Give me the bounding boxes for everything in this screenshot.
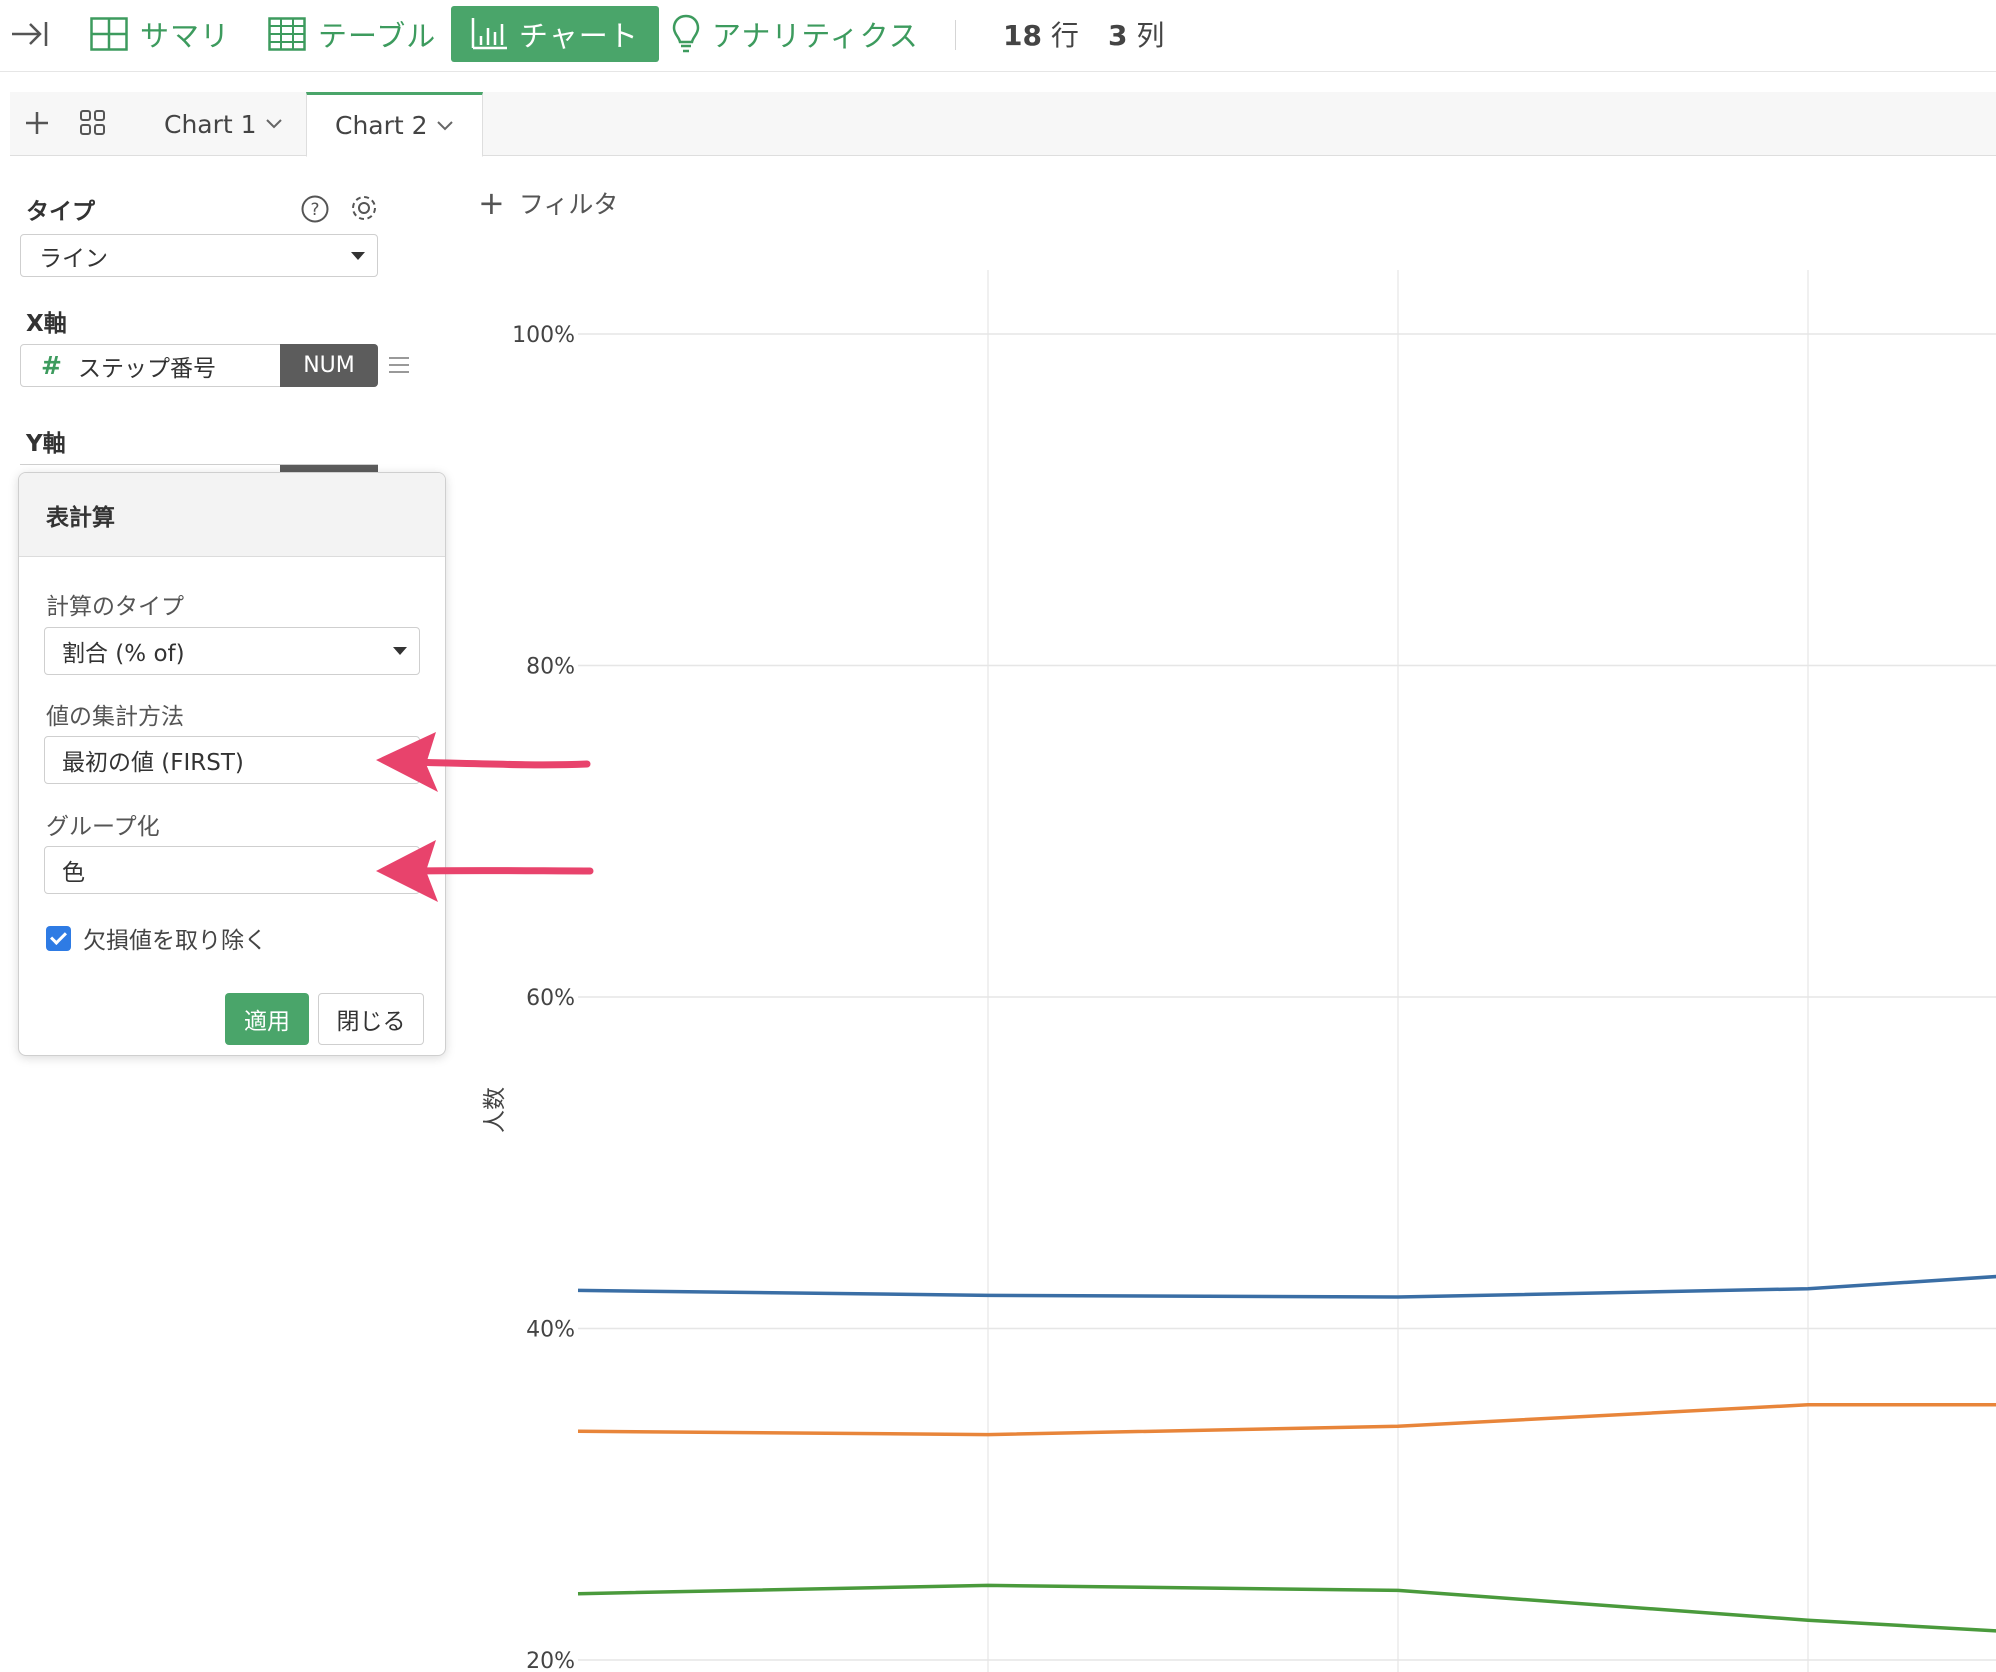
- y-axis-label: Y軸: [26, 431, 66, 457]
- numeric-hash-icon: #: [41, 351, 62, 380]
- series-line: [577, 1402, 1996, 1437]
- svg-text:?: ?: [310, 200, 319, 220]
- column-count-value: 3: [1108, 19, 1128, 52]
- bar-chart-icon: [471, 18, 507, 50]
- aggregation-value: 最初の値 (FIRST): [62, 750, 244, 776]
- summary-label: サマリ: [140, 19, 231, 53]
- y-axis-ticks: 20% 40% 60% 80% 100%: [512, 323, 575, 1672]
- help-icon[interactable]: ?: [300, 194, 330, 224]
- row-count: 18 行: [1003, 14, 1079, 54]
- analytics-tab-button[interactable]: アナリティクス: [672, 6, 919, 62]
- summary-tab-button[interactable]: サマリ: [90, 6, 230, 62]
- chevron-down-icon: [436, 120, 453, 130]
- y-tick-label: 40%: [526, 1318, 575, 1343]
- popover-title: 表計算: [19, 473, 445, 557]
- chart-tab-button[interactable]: チャート: [451, 6, 659, 62]
- table-grid-icon: [268, 17, 306, 51]
- apply-button[interactable]: 適用: [225, 993, 309, 1045]
- gear-icon[interactable]: [348, 192, 380, 224]
- x-field-type-badge[interactable]: NUM: [280, 344, 378, 387]
- series-line: [577, 1583, 1996, 1633]
- vertical-grid: [987, 270, 1809, 1672]
- column-count: 3 列: [1108, 14, 1164, 54]
- chart-label: チャート: [519, 19, 639, 53]
- type-label: タイプ: [26, 199, 95, 225]
- chart-tabs-bar: Chart 1 Chart 2: [10, 92, 1996, 157]
- column-count-unit: 列: [1136, 19, 1165, 52]
- annotation-arrow: [376, 732, 591, 792]
- tab-chart-1[interactable]: Chart 1: [136, 92, 311, 156]
- calc-type-value: 割合 (% of): [62, 641, 185, 667]
- caret-down-icon: [351, 251, 365, 260]
- aggregation-label: 値の集計方法: [46, 704, 184, 730]
- x-field-name: ステップ番号: [77, 355, 216, 382]
- row-count-value: 18: [1003, 19, 1042, 52]
- top-toolbar: サマリ テーブル チャート アナリティクス 18 行 3 列: [0, 0, 1996, 72]
- add-chart-icon[interactable]: [22, 106, 52, 140]
- series-line: [577, 1274, 1996, 1299]
- annotation-arrow: [376, 840, 594, 902]
- chart-grid-view-icon[interactable]: [78, 108, 108, 138]
- analytics-label: アナリティクス: [712, 19, 919, 53]
- x-axis-label: X軸: [26, 311, 67, 337]
- table-tab-button[interactable]: テーブル: [268, 6, 436, 62]
- remove-missing-label: 欠損値を取り除く: [83, 928, 267, 954]
- summary-grid-icon: [90, 17, 128, 51]
- aggregation-select[interactable]: 最初の値 (FIRST): [44, 736, 420, 784]
- y-axis-title: 人数: [482, 1087, 508, 1133]
- close-button[interactable]: 閉じる: [318, 993, 424, 1045]
- line-chart: 20% 40% 60% 80% 100% 人数: [482, 270, 1996, 1672]
- filter-label: フィルタ: [518, 190, 619, 219]
- group-value: 色: [62, 860, 85, 886]
- calc-type-select[interactable]: 割合 (% of): [44, 627, 420, 675]
- tab-chart-2[interactable]: Chart 2: [306, 92, 483, 157]
- add-filter-button[interactable]: + フィルタ: [478, 184, 618, 222]
- y-tick-label: 100%: [512, 323, 575, 348]
- calc-type-label: 計算のタイプ: [46, 594, 184, 620]
- chart-type-select[interactable]: ライン: [20, 234, 378, 277]
- remove-missing-checkbox[interactable]: [46, 925, 71, 951]
- row-count-unit: 行: [1050, 19, 1079, 52]
- tab-chart-2-label: Chart 2: [335, 111, 428, 140]
- horizontal-grid: [578, 333, 1996, 1661]
- remove-missing-option[interactable]: 欠損値を取り除く: [46, 921, 267, 955]
- chevron-down-icon: [265, 119, 282, 129]
- annotation-arrows: [376, 732, 594, 902]
- y-tick-label: 80%: [526, 655, 575, 680]
- tab-chart-1-label: Chart 1: [164, 109, 257, 139]
- plus-icon: +: [478, 184, 505, 222]
- group-label: グループ化: [46, 814, 160, 840]
- y-tick-label: 20%: [526, 1649, 575, 1672]
- x-axis-field[interactable]: # ステップ番号 NUM: [20, 344, 378, 387]
- lightbulb-icon: [672, 14, 700, 53]
- chart-type-value: ライン: [39, 245, 108, 272]
- table-label: テーブル: [318, 19, 437, 53]
- group-select[interactable]: 色: [44, 846, 420, 894]
- toolbar-divider: [955, 20, 956, 50]
- y-tick-label: 60%: [526, 986, 575, 1011]
- caret-down-icon: [393, 647, 407, 655]
- collapse-panel-icon[interactable]: [10, 14, 50, 54]
- chart-series: [577, 1274, 1996, 1633]
- hamburger-menu-icon[interactable]: [388, 355, 410, 375]
